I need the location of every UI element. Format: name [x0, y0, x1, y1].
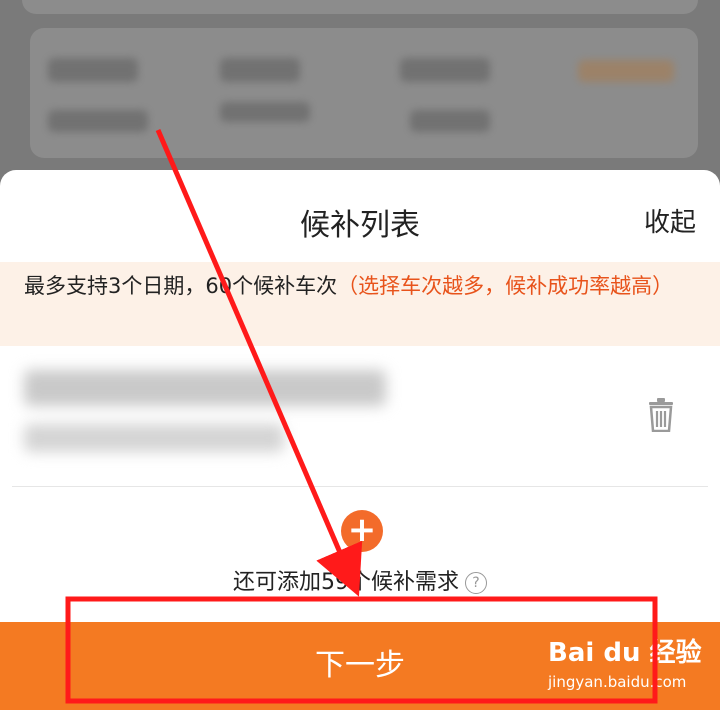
watermark-url: jingyan.baidu.com: [548, 673, 687, 691]
blurred-item-route: [24, 370, 386, 406]
plus-icon: +: [347, 510, 377, 550]
sheet-title: 候补列表: [300, 208, 420, 243]
remaining-count: 还可添加59个候补需求?: [0, 564, 720, 596]
blurred-duration: [220, 102, 310, 122]
watermark-brand: Bai du 经验: [548, 638, 702, 668]
limit-notice: 最多支持3个日期，60个候补车次（选择车次越多，候补成功率越高）: [0, 262, 720, 346]
blurred-station-2: [410, 110, 490, 132]
notice-emphasis: （选择车次越多，候补成功率越高）: [337, 274, 674, 298]
background-card-top: [22, 0, 698, 14]
baidu-watermark: Bai du 经验 jingyan.baidu.com: [548, 632, 702, 691]
blurred-tag: [578, 60, 674, 82]
add-waitlist-button[interactable]: +: [341, 510, 383, 552]
collapse-button[interactable]: 收起: [644, 202, 696, 239]
trash-icon[interactable]: [648, 398, 674, 432]
blurred-station: [48, 110, 148, 132]
remaining-text: 还可添加59个候补需求: [233, 570, 459, 595]
notice-text: 最多支持3个日期，60个候补车次: [24, 274, 338, 298]
help-icon[interactable]: ?: [465, 572, 487, 594]
background-card-trip: [30, 28, 698, 158]
waitlist-item[interactable]: [12, 346, 708, 487]
blurred-item-detail: [24, 424, 284, 452]
blurred-train: [220, 58, 300, 82]
blurred-time: [48, 58, 138, 82]
blurred-time-2: [400, 58, 490, 82]
